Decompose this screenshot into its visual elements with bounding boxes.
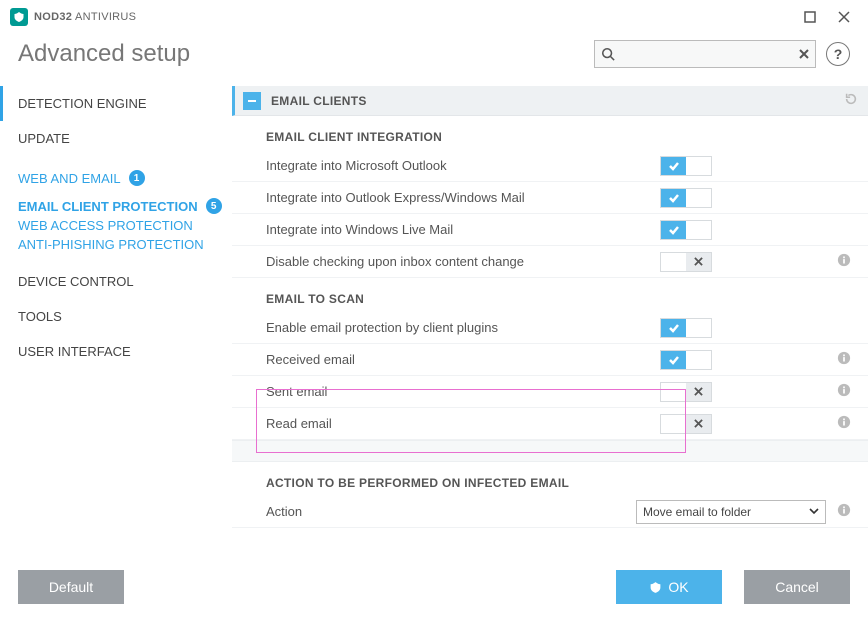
toggle[interactable]	[660, 252, 712, 272]
close-button[interactable]	[830, 6, 858, 28]
row-label: Action	[266, 504, 636, 519]
toggle[interactable]	[660, 382, 712, 402]
row-label: Enable email protection by client plugin…	[266, 320, 660, 335]
ok-button[interactable]: OK	[616, 570, 722, 604]
toggle[interactable]	[660, 156, 712, 176]
action-dropdown[interactable]: Move email to folder	[636, 500, 826, 524]
section-title: EMAIL CLIENTS	[271, 94, 367, 108]
badge: 5	[206, 198, 222, 214]
titlebar: NOD32 ANTIVIRUS	[0, 0, 868, 34]
sidebar-sub-web-access-protection[interactable]: Web access protection	[18, 216, 232, 235]
info-icon[interactable]	[832, 351, 856, 368]
brand: NOD32 ANTIVIRUS	[10, 8, 136, 26]
info-icon[interactable]	[832, 503, 856, 520]
sidebar-item-label: Email client protection	[18, 199, 198, 214]
sidebar-item-user-interface[interactable]: USER INTERFACE	[2, 334, 232, 369]
toggle[interactable]	[660, 318, 712, 338]
toggle[interactable]	[660, 414, 712, 434]
footer: Default OK Cancel	[0, 557, 868, 617]
window-controls	[796, 6, 858, 28]
info-icon[interactable]	[832, 383, 856, 400]
sidebar-item-web-and-email[interactable]: WEB AND EMAIL 1 Email client protection …	[2, 156, 232, 264]
integration-row-1: Integrate into Outlook Express/Windows M…	[232, 182, 868, 214]
sidebar-item-label: WEB AND EMAIL	[18, 171, 121, 186]
info-icon[interactable]	[832, 253, 856, 270]
button-label: OK	[668, 579, 688, 595]
page-title: Advanced setup	[18, 40, 190, 68]
integration-row-3: Disable checking upon inbox content chan…	[232, 246, 868, 278]
scan-row-1: Received email	[232, 344, 868, 376]
toggle[interactable]	[660, 220, 712, 240]
row-label: Sent email	[266, 384, 660, 399]
header: Advanced setup ?	[0, 34, 868, 86]
revert-icon[interactable]	[844, 92, 858, 109]
sidebar-item-update[interactable]: UPDATE	[2, 121, 232, 156]
row-label: Received email	[266, 352, 660, 367]
section-divider	[232, 440, 868, 462]
cancel-button[interactable]: Cancel	[744, 570, 850, 604]
search-icon	[601, 47, 615, 61]
section-head-integration: EMAIL CLIENT INTEGRATION	[232, 116, 868, 150]
row-label: Integrate into Outlook Express/Windows M…	[266, 190, 660, 205]
row-label: Integrate into Windows Live Mail	[266, 222, 660, 237]
default-button[interactable]: Default	[18, 570, 124, 604]
scan-row-3: Read email	[232, 408, 868, 440]
sidebar-sub-email-client-protection[interactable]: Email client protection 5	[18, 196, 232, 216]
collapse-icon[interactable]	[243, 92, 261, 110]
button-label: Cancel	[775, 579, 819, 595]
row-action: Action Move email to folder	[232, 496, 868, 528]
content: EMAIL CLIENTS EMAIL CLIENT INTEGRATION I…	[232, 86, 868, 556]
info-icon[interactable]	[832, 415, 856, 432]
scan-row-0: Enable email protection by client plugin…	[232, 312, 868, 344]
toggle[interactable]	[660, 188, 712, 208]
search-input[interactable]	[615, 47, 799, 61]
search-box[interactable]	[594, 40, 816, 68]
sidebar-sub-anti-phishing-protection[interactable]: Anti-Phishing protection	[18, 235, 232, 254]
brand-text: NOD32 ANTIVIRUS	[34, 11, 136, 23]
section-head-email-to-scan: EMAIL TO SCAN	[232, 278, 868, 312]
integration-row-0: Integrate into Microsoft Outlook	[232, 150, 868, 182]
maximize-button[interactable]	[796, 6, 824, 28]
scan-row-2: Sent email	[232, 376, 868, 408]
row-label: Integrate into Microsoft Outlook	[266, 158, 660, 173]
sidebar: DETECTION ENGINE UPDATE WEB AND EMAIL 1 …	[0, 86, 232, 556]
shield-icon	[649, 581, 662, 594]
button-label: Default	[49, 579, 93, 595]
dropdown-value: Move email to folder	[643, 505, 751, 519]
row-label: Read email	[266, 416, 660, 431]
chevron-down-icon	[809, 505, 819, 519]
integration-row-2: Integrate into Windows Live Mail	[232, 214, 868, 246]
clear-search-icon[interactable]	[799, 47, 809, 62]
section-head-email-clients: EMAIL CLIENTS	[232, 86, 868, 116]
section-head-action-infected: ACTION TO BE PERFORMED ON INFECTED EMAIL	[232, 462, 868, 496]
row-label: Disable checking upon inbox content chan…	[266, 254, 660, 269]
badge: 1	[129, 170, 145, 186]
sidebar-item-tools[interactable]: TOOLS	[2, 299, 232, 334]
sidebar-item-device-control[interactable]: DEVICE CONTROL	[2, 264, 232, 299]
toggle[interactable]	[660, 350, 712, 370]
brand-logo-icon	[10, 8, 28, 26]
help-button[interactable]: ?	[826, 42, 850, 66]
sidebar-item-detection-engine[interactable]: DETECTION ENGINE	[0, 86, 232, 121]
